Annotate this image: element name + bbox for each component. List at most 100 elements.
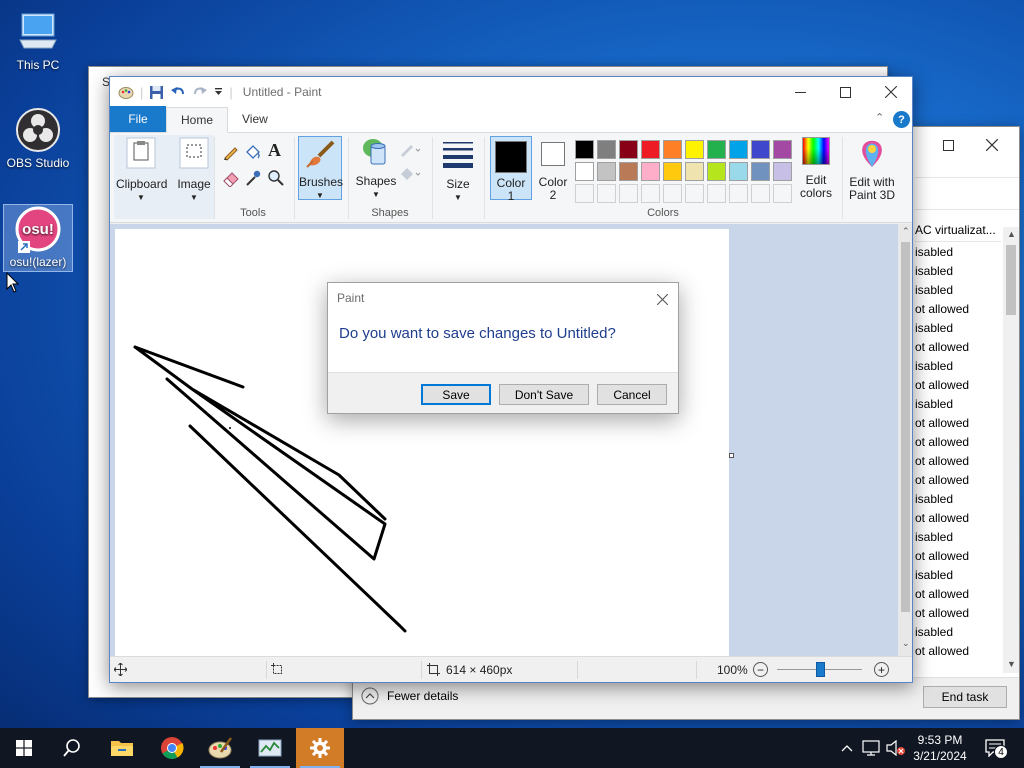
scroll-up-arrow-icon[interactable]: ▲ bbox=[1007, 229, 1016, 239]
cancel-button[interactable]: Cancel bbox=[597, 384, 667, 405]
size-button[interactable]: Size ▼ bbox=[438, 139, 478, 204]
tab-view[interactable]: View bbox=[228, 106, 282, 132]
palette-swatch[interactable] bbox=[751, 162, 770, 181]
save-icon[interactable] bbox=[149, 85, 164, 100]
paint-title-bar[interactable]: | | Untitled - Paint bbox=[110, 77, 912, 107]
palette-swatch[interactable] bbox=[773, 140, 792, 159]
edit-colors-button[interactable]: Edit colors bbox=[796, 137, 836, 200]
canvas-resize-handle[interactable] bbox=[729, 453, 734, 458]
fill-shape-icon[interactable] bbox=[398, 165, 422, 183]
taskbar-settings[interactable] bbox=[296, 728, 344, 768]
palette-swatch[interactable] bbox=[641, 162, 660, 181]
image-button[interactable]: Image ▼ bbox=[174, 137, 214, 204]
tm-header-divider bbox=[915, 209, 1019, 210]
canvas-scrollbar-track[interactable]: ⌃ ⌄ bbox=[898, 224, 912, 656]
palette-swatch-empty[interactable] bbox=[729, 184, 748, 203]
palette-swatch[interactable] bbox=[663, 140, 682, 159]
palette-swatch-empty[interactable] bbox=[751, 184, 770, 203]
zoom-in-button[interactable]: + bbox=[874, 662, 889, 677]
dont-save-button[interactable]: Don't Save bbox=[499, 384, 589, 405]
palette-swatch[interactable] bbox=[685, 162, 704, 181]
start-button[interactable] bbox=[0, 728, 48, 768]
desktop-icon-osu[interactable]: osu! osu!(lazer) bbox=[3, 204, 73, 272]
palette-swatch-empty[interactable] bbox=[641, 184, 660, 203]
taskbar-chrome[interactable] bbox=[148, 728, 196, 768]
palette-swatch-empty[interactable] bbox=[773, 184, 792, 203]
save-changes-dialog[interactable]: Paint Do you want to save changes to Unt… bbox=[327, 282, 679, 414]
end-task-button[interactable]: End task bbox=[923, 686, 1007, 708]
color1-button[interactable]: Color 1 bbox=[490, 136, 532, 203]
save-button[interactable]: Save bbox=[421, 384, 491, 405]
scroll-up-arrow-icon[interactable]: ⌃ bbox=[902, 226, 910, 237]
palette-swatch[interactable] bbox=[663, 162, 682, 181]
palette-swatch-empty[interactable] bbox=[685, 184, 704, 203]
palette-swatch[interactable] bbox=[707, 162, 726, 181]
clipboard-button[interactable]: Clipboard ▼ bbox=[116, 137, 167, 204]
palette-swatch-empty[interactable] bbox=[575, 184, 594, 203]
taskbar-paint[interactable] bbox=[196, 728, 244, 768]
magnifier-icon[interactable] bbox=[267, 169, 285, 187]
zoom-out-button[interactable]: − bbox=[753, 662, 768, 677]
column-header[interactable]: AC virtualizat... bbox=[915, 223, 996, 237]
palette-swatch[interactable] bbox=[751, 140, 770, 159]
minimize-button[interactable] bbox=[777, 77, 823, 107]
action-center-button[interactable]: 4 bbox=[980, 728, 1010, 768]
desktop-icon-obs-studio[interactable]: OBS Studio bbox=[3, 106, 73, 172]
palette-swatch[interactable] bbox=[729, 162, 748, 181]
palette-swatch[interactable] bbox=[575, 162, 594, 181]
color-picker-icon[interactable] bbox=[244, 169, 262, 187]
brushes-button[interactable]: Brushes ▼ bbox=[298, 136, 343, 200]
fill-icon[interactable] bbox=[244, 143, 262, 161]
palette-swatch[interactable] bbox=[641, 140, 660, 159]
palette-swatch-empty[interactable] bbox=[619, 184, 638, 203]
pencil-icon[interactable] bbox=[222, 143, 240, 161]
shapes-button[interactable]: Shapes ▼ bbox=[354, 136, 398, 201]
dialog-close-button[interactable] bbox=[650, 289, 674, 309]
volume-button[interactable] bbox=[884, 728, 908, 768]
palette-swatch[interactable] bbox=[707, 140, 726, 159]
palette-swatch[interactable] bbox=[685, 140, 704, 159]
fewer-details-link[interactable]: Fewer details bbox=[361, 687, 458, 705]
scroll-down-arrow-icon[interactable]: ⌄ bbox=[902, 638, 910, 649]
palette-swatch[interactable] bbox=[619, 162, 638, 181]
customize-toolbar-icon[interactable] bbox=[214, 87, 223, 97]
dialog-title-bar[interactable]: Paint bbox=[328, 283, 678, 313]
maximize-button[interactable] bbox=[822, 77, 868, 107]
palette-swatch-empty[interactable] bbox=[663, 184, 682, 203]
tab-file[interactable]: File bbox=[110, 106, 166, 132]
chevron-up-circle-icon bbox=[361, 687, 379, 705]
palette-swatch[interactable] bbox=[729, 140, 748, 159]
help-icon[interactable]: ? bbox=[893, 111, 910, 128]
desktop-icon-this-pc[interactable]: This PC bbox=[3, 8, 73, 74]
palette-swatch[interactable] bbox=[773, 162, 792, 181]
close-button[interactable] bbox=[977, 133, 1007, 157]
zoom-slider-thumb[interactable] bbox=[816, 662, 825, 677]
network-button[interactable] bbox=[860, 728, 882, 768]
palette-swatch[interactable] bbox=[597, 140, 616, 159]
tab-home[interactable]: Home bbox=[166, 107, 229, 133]
taskbar-task-manager[interactable] bbox=[246, 728, 294, 768]
text-icon[interactable]: A bbox=[268, 140, 281, 161]
scroll-down-arrow-icon[interactable]: ▼ bbox=[1007, 659, 1016, 669]
clock[interactable]: 9:53 PM 3/21/2024 bbox=[910, 728, 970, 768]
eraser-icon[interactable] bbox=[222, 169, 240, 187]
scrollbar-thumb[interactable] bbox=[1006, 245, 1016, 315]
tray-overflow-button[interactable] bbox=[838, 728, 856, 768]
undo-icon[interactable] bbox=[170, 85, 186, 100]
palette-swatch[interactable] bbox=[619, 140, 638, 159]
scrollbar[interactable]: ▲ ▼ bbox=[1003, 227, 1019, 673]
color2-button[interactable]: Color 2 bbox=[534, 136, 572, 202]
maximize-button[interactable] bbox=[933, 133, 963, 157]
palette-swatch[interactable] bbox=[597, 162, 616, 181]
search-button[interactable] bbox=[48, 728, 96, 768]
scrollbar-thumb[interactable] bbox=[901, 242, 910, 612]
outline-icon[interactable] bbox=[398, 141, 422, 159]
edit-with-paint3d-button[interactable]: Edit with Paint 3D bbox=[846, 137, 898, 202]
close-button[interactable] bbox=[868, 77, 912, 107]
palette-swatch-empty[interactable] bbox=[597, 184, 616, 203]
palette-swatch[interactable] bbox=[575, 140, 594, 159]
collapse-ribbon-icon[interactable]: ⌃ bbox=[875, 111, 884, 124]
taskbar-file-explorer[interactable] bbox=[98, 728, 146, 768]
redo-icon[interactable] bbox=[192, 85, 208, 100]
palette-swatch-empty[interactable] bbox=[707, 184, 726, 203]
